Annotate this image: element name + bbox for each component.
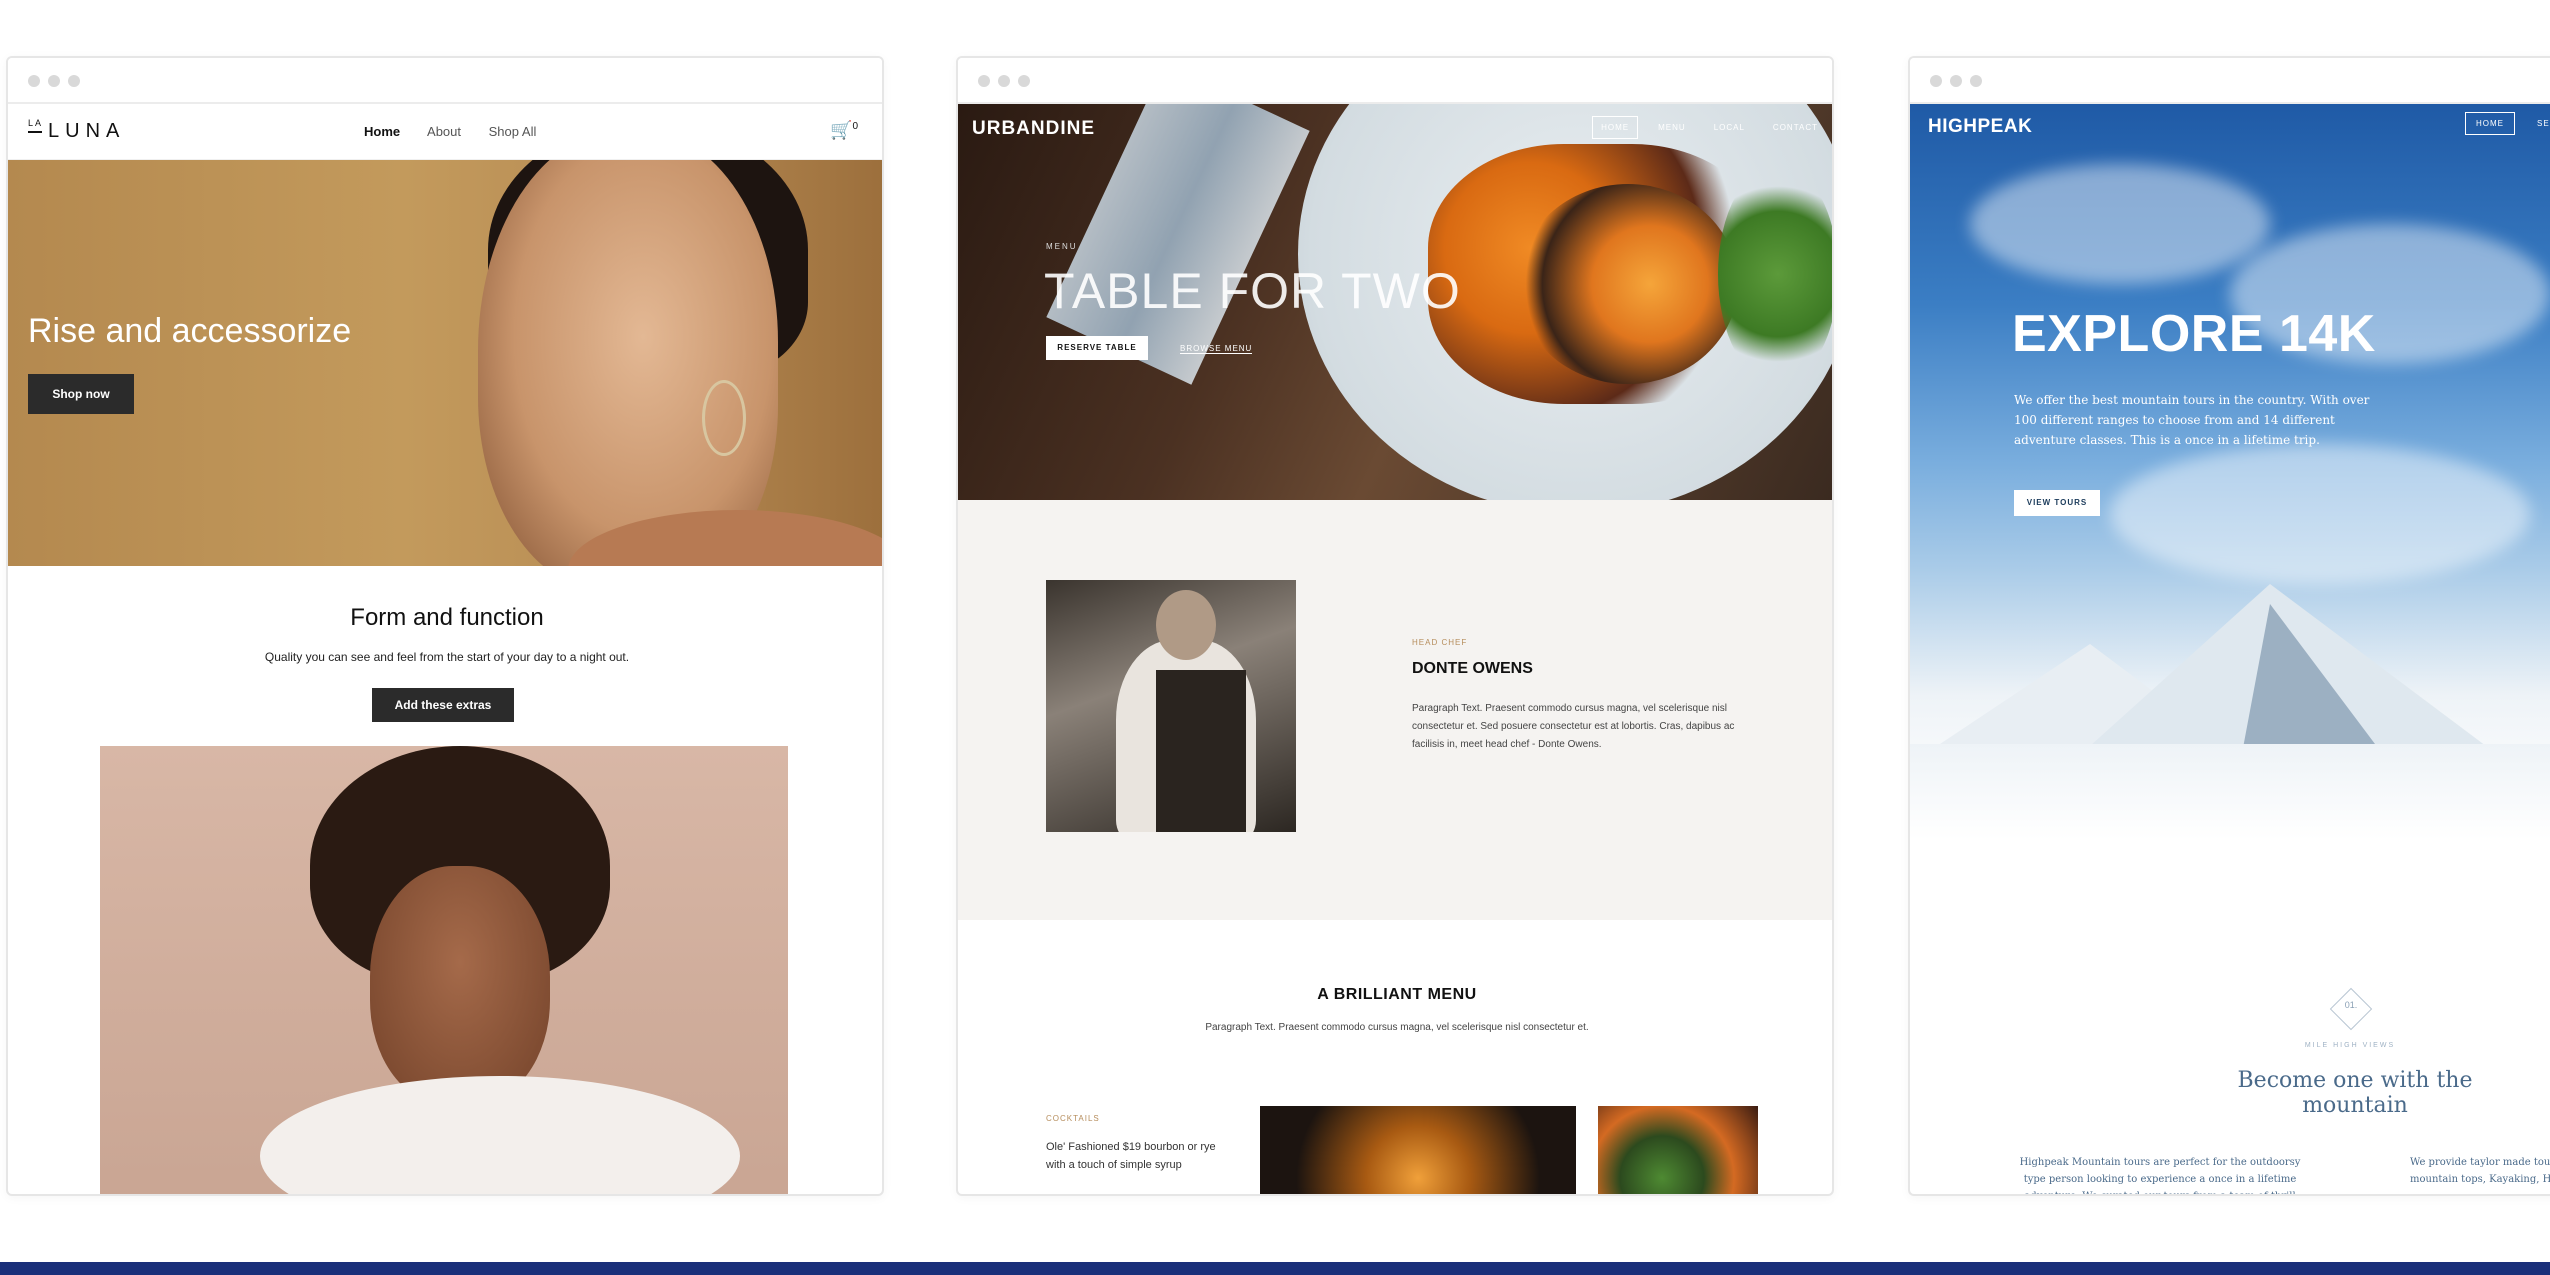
nav-menu[interactable]: MENU: [1650, 117, 1694, 138]
menu-photo-drink: [1260, 1106, 1576, 1194]
chef-photo: [1046, 580, 1296, 832]
window-chrome: [1910, 58, 2550, 104]
bottom-brand-bar: [0, 1262, 2550, 1275]
nav-contact[interactable]: CONTACT: [1765, 117, 1826, 138]
cocktail-item: Ole' Fashioned $19 bourbon or rye with a…: [1046, 1141, 1216, 1171]
highpeak-logo[interactable]: HIGHPEAK: [1928, 116, 2032, 138]
chef-name: DONTE OWENS: [1412, 660, 1533, 677]
menu-section-subtitle: Paragraph Text. Praesent commodo cursus …: [1205, 1022, 1589, 1033]
cart-count: 0: [852, 121, 858, 132]
model-face: [370, 866, 550, 1106]
window-dot: [48, 75, 60, 87]
browse-menu-link[interactable]: BROWSE MENU: [1180, 344, 1253, 354]
window-dot: [998, 75, 1010, 87]
hero-title: EXPLORE 14K: [2012, 305, 2376, 363]
add-extras-button[interactable]: Add these extras: [372, 688, 514, 722]
cart-icon[interactable]: 🛒0: [830, 120, 858, 141]
hero-title: Rise and accessorize: [28, 312, 352, 350]
step-number: 01.: [2344, 1000, 2358, 1010]
window-dot: [68, 75, 80, 87]
model-photo: [100, 746, 788, 1194]
section-title: Become one with the mountain: [2237, 1068, 2473, 1118]
section-subtitle: Quality you can see and feel from the st…: [264, 650, 630, 664]
highpeak-preview-window[interactable]: HIGHPEAK HOME SERV EXPLORE 14K We offer t…: [1908, 56, 2550, 1196]
window-chrome: [958, 58, 1832, 104]
cocktails-label: COCKTAILS: [1046, 1114, 1100, 1123]
laluna-logo[interactable]: LA LUNA: [28, 118, 126, 143]
window-dot: [1970, 75, 1982, 87]
nav-local[interactable]: LOCAL: [1706, 117, 1753, 138]
laluna-preview-window[interactable]: LA LUNA Home About Shop All 🛒0 Rise and …: [6, 56, 884, 1196]
laluna-nav-links: Home About Shop All: [364, 124, 560, 139]
section-title: Form and function: [350, 604, 544, 631]
window-dot: [978, 75, 990, 87]
hero-title: TABLE FOR TWO: [1044, 263, 1461, 319]
hero-greens: [1718, 164, 1832, 384]
hero-food-detail: [1518, 184, 1738, 384]
highpeak-hero: HIGHPEAK HOME SERV EXPLORE 14K We offer t…: [1910, 104, 2550, 904]
logo-text: LUNA: [48, 120, 126, 142]
nav-shop-all[interactable]: Shop All: [489, 124, 537, 139]
hero-model-face: [478, 160, 778, 566]
logo-bar: [28, 130, 42, 133]
nav-about[interactable]: About: [427, 124, 461, 139]
laluna-hero: Rise and accessorize Shop now: [8, 160, 882, 566]
chef-apron: [1156, 670, 1246, 832]
hero-eyebrow: MENU: [1046, 242, 1078, 251]
intro-text-right: We provide taylor made tours to From 14,…: [2410, 1157, 2550, 1185]
hero-snowfield: [1910, 744, 2550, 904]
urbandine-hero: URBANDINE HOME MENU LOCAL CONTACT MENU TABL…: [958, 104, 1832, 500]
urbandine-logo[interactable]: URBANDINE: [972, 118, 1095, 140]
nav-home[interactable]: HOME: [1592, 116, 1639, 139]
nav-home[interactable]: HOME: [2465, 112, 2515, 135]
hero-cloud: [2110, 444, 2530, 584]
window-dot: [28, 75, 40, 87]
chef-description: Paragraph Text. Praesent commodo cursus …: [1412, 703, 1735, 750]
view-tours-button[interactable]: VIEW TOURS: [2014, 490, 2100, 516]
window-chrome: [8, 58, 882, 104]
menu-photo-dish: [1598, 1106, 1758, 1194]
nav-home[interactable]: Home: [364, 124, 400, 139]
section-eyebrow: MILE HIGH VIEWS: [2304, 1042, 2396, 1049]
window-dot: [1930, 75, 1942, 87]
reserve-table-button[interactable]: RESERVE TABLE: [1046, 336, 1148, 360]
window-dot: [1018, 75, 1030, 87]
urbandine-nav: HOME MENU LOCAL CONTACT: [1580, 116, 1826, 139]
hero-cloud: [1970, 164, 2270, 284]
model-arms: [260, 1076, 740, 1194]
chef-eyebrow: HEAD CHEF: [1412, 638, 1468, 647]
menu-section-title: A BRILLIANT MENU: [1317, 986, 1477, 1003]
highpeak-nav: HOME SERV: [2465, 112, 2550, 135]
window-dot: [1950, 75, 1962, 87]
nav-services[interactable]: SERV: [2527, 113, 2550, 134]
laluna-navbar: LA LUNA Home About Shop All 🛒0: [8, 104, 882, 160]
urbandine-preview-window[interactable]: URBANDINE HOME MENU LOCAL CONTACT MENU TABL…: [956, 56, 1834, 1196]
hero-earring: [702, 380, 746, 456]
hero-text: We offer the best mountain tours in the …: [2014, 393, 2370, 447]
intro-text-left: Highpeak Mountain tours are perfect for …: [2019, 1157, 2301, 1194]
chef-head: [1156, 590, 1216, 660]
hero-mountain-shadow: [2240, 604, 2390, 764]
chef-section: HEAD CHEF DONTE OWENS Paragraph Text. Pr…: [958, 500, 1832, 920]
logo-small-text: LA: [28, 118, 44, 128]
shop-now-button[interactable]: Shop now: [28, 374, 134, 414]
